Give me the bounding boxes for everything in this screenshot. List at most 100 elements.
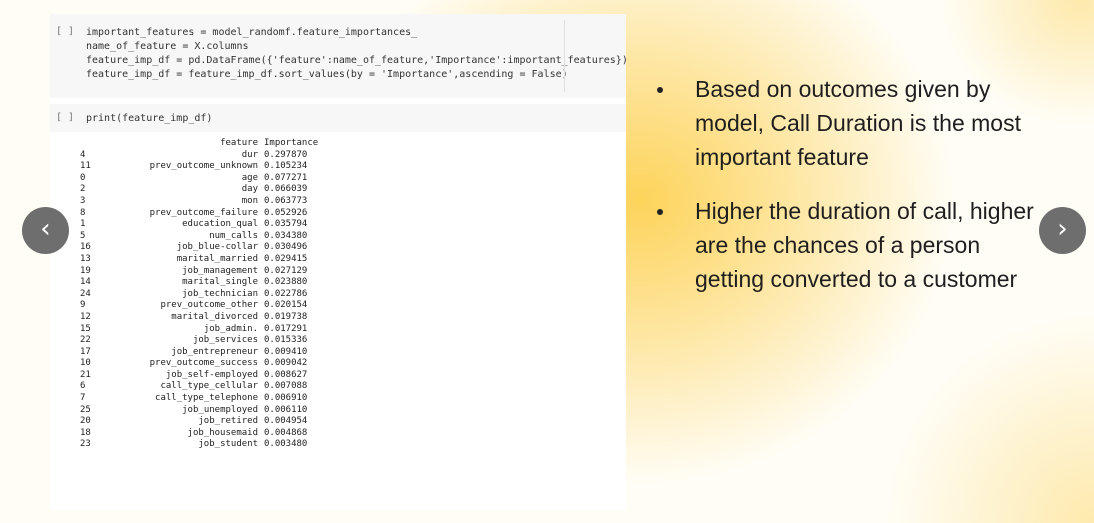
output-row: 14 marital_single 0.023880: [80, 277, 324, 289]
row-feature: num_calls: [209, 230, 258, 241]
row-importance: 0.022786: [264, 288, 308, 299]
output-row: 22 job_services 0.015336: [80, 335, 324, 347]
bullet-point: Based on outcomes given by model, Call D…: [650, 72, 1050, 174]
output-row: 1 education_qual 0.035794: [80, 219, 324, 231]
row-importance: 0.034380: [264, 230, 308, 241]
row-index: 21: [80, 369, 91, 380]
row-importance: 0.066039: [264, 184, 308, 195]
row-index: 5: [80, 230, 86, 241]
previous-slide-button[interactable]: ‹: [22, 207, 69, 254]
row-feature: call_type_telephone: [155, 393, 258, 404]
output-row: 10 prev_outcome_success 0.009042: [80, 358, 324, 370]
row-feature: prev_outcome_success: [149, 358, 258, 369]
row-index: 20: [80, 416, 91, 427]
chevron-left-icon: ‹: [40, 214, 51, 244]
row-feature: education_qual: [182, 219, 258, 230]
output-row: 2 day 0.066039: [80, 184, 324, 196]
row-importance: 0.008627: [264, 369, 308, 380]
row-index: 22: [80, 335, 91, 346]
code-cell-2-source[interactable]: print(feature_imp_df): [86, 112, 212, 126]
row-feature: job_retired: [198, 416, 258, 427]
row-importance: 0.015336: [264, 335, 308, 346]
row-index: 2: [80, 184, 86, 195]
row-importance: 0.009410: [264, 346, 308, 357]
code-line-2: name_of_feature = X.columns: [86, 41, 249, 52]
output-table: feature Importance 4 dur 0.297870 11 prev_ou…: [80, 138, 324, 451]
row-feature: day: [241, 184, 258, 195]
row-importance: 0.007088: [264, 381, 308, 392]
row-feature: job_housemaid: [187, 427, 258, 438]
bullet-text: Based on outcomes given by model, Call D…: [695, 76, 1021, 170]
row-index: 15: [80, 323, 91, 334]
row-feature: marital_married: [176, 253, 258, 264]
row-feature: job_student: [198, 439, 258, 450]
row-index: 7: [80, 393, 86, 404]
output-row: 23 job_student 0.003480: [80, 439, 324, 451]
row-importance: 0.003480: [264, 439, 308, 450]
row-importance: 0.029415: [264, 253, 308, 264]
row-feature: job_unemployed: [182, 404, 258, 415]
output-row: 12 marital_divorced 0.019738: [80, 312, 324, 324]
output-row: 5 num_calls 0.034380: [80, 231, 324, 243]
slide-bullets: Based on outcomes given by model, Call D…: [650, 72, 1050, 316]
importance-header: Importance: [264, 138, 319, 148]
row-importance: 0.020154: [264, 300, 308, 311]
row-index: 11: [80, 161, 91, 172]
row-index: 1: [80, 219, 86, 230]
index-header: [80, 138, 108, 150]
row-importance: 0.019738: [264, 311, 308, 322]
output-row: 20 job_retired 0.004954: [80, 416, 324, 428]
row-importance: 0.105234: [264, 161, 308, 172]
output-row: 18 job_housemaid 0.004868: [80, 428, 324, 440]
row-index: 19: [80, 265, 91, 276]
row-index: 13: [80, 253, 91, 264]
next-slide-button[interactable]: ›: [1039, 207, 1086, 254]
row-feature: call_type_cellular: [160, 381, 258, 392]
output-row: 25 job_unemployed 0.006110: [80, 405, 324, 417]
row-importance: 0.030496: [264, 242, 308, 253]
row-feature: job_admin.: [203, 323, 258, 334]
cell-prompt[interactable]: [ ]: [56, 112, 74, 123]
row-feature: prev_outcome_unknown: [149, 161, 258, 172]
row-feature: prev_outcome_failure: [149, 207, 258, 218]
row-feature: job_blue-collar: [176, 242, 258, 253]
row-importance: 0.004954: [264, 416, 308, 427]
output-row: 17 job_entrepreneur 0.009410: [80, 347, 324, 359]
output-row: 9 prev_outcome_other 0.020154: [80, 300, 324, 312]
row-index: 16: [80, 242, 91, 253]
output-row: 11 prev_outcome_unknown 0.105234: [80, 161, 324, 173]
code-line-1: important_features = model_randomf.featu…: [86, 27, 418, 38]
row-index: 9: [80, 300, 86, 311]
code-cell-2[interactable]: [ ] print(feature_imp_df): [50, 104, 626, 132]
output-row: 3 mon 0.063773: [80, 196, 324, 208]
row-index: 23: [80, 439, 91, 450]
row-feature: marital_single: [182, 277, 258, 288]
output-rows: 4 dur 0.297870 11 prev_outcome_unknown 0.1052…: [80, 150, 324, 451]
row-index: 18: [80, 427, 91, 438]
row-index: 6: [80, 381, 86, 392]
code-line-4: feature_imp_df = feature_imp_df.sort_val…: [86, 69, 568, 80]
row-index: 0: [80, 172, 86, 183]
row-index: 3: [80, 195, 86, 206]
row-feature: prev_outcome_other: [160, 300, 258, 311]
code-line-3: feature_imp_df = pd.DataFrame({'feature'…: [86, 55, 626, 66]
row-feature: job_self-employed: [165, 369, 258, 380]
notebook-screenshot: [ ] important_features = model_randomf.f…: [50, 14, 626, 510]
row-feature: job_technician: [182, 288, 258, 299]
row-index: 10: [80, 358, 91, 369]
cell-prompt[interactable]: [ ]: [56, 26, 74, 37]
row-importance: 0.006910: [264, 393, 308, 404]
row-feature: job_services: [192, 335, 258, 346]
row-index: 8: [80, 207, 86, 218]
output-row: 7 call_type_telephone 0.006910: [80, 393, 324, 405]
row-importance: 0.006110: [264, 404, 308, 415]
row-feature: job_management: [182, 265, 258, 276]
output-row: 15 job_admin. 0.017291: [80, 324, 324, 336]
row-feature: job_entrepreneur: [171, 346, 258, 357]
code-cell-1-source[interactable]: important_features = model_randomf.featu…: [86, 26, 626, 82]
code-cell-1[interactable]: [ ] important_features = model_randomf.f…: [50, 14, 626, 98]
row-feature: dur: [241, 149, 258, 160]
row-index: 25: [80, 404, 91, 415]
row-feature: age: [241, 172, 258, 183]
output-row: 6 call_type_cellular 0.007088: [80, 381, 324, 393]
